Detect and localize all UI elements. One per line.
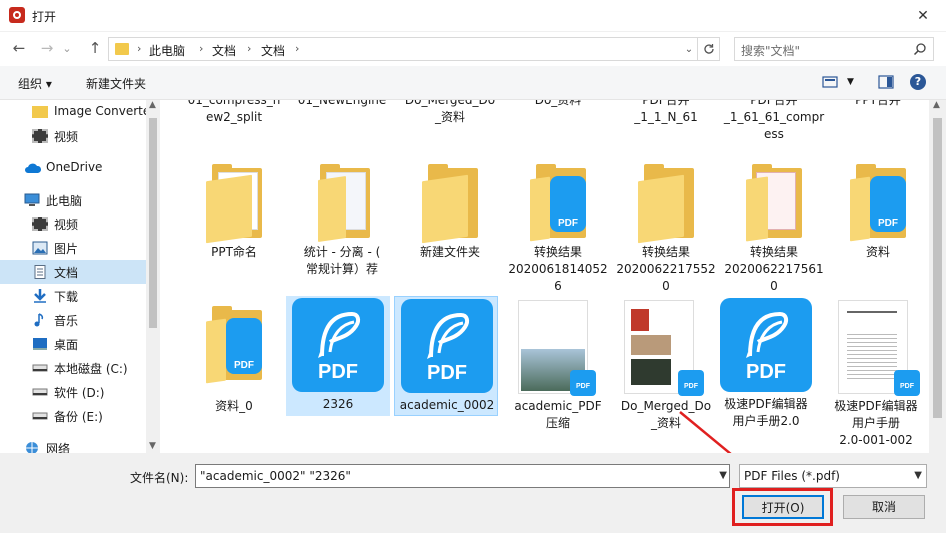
file-type-select[interactable]: PDF Files (*.pdf) ▼ bbox=[739, 464, 927, 488]
open-button-highlight bbox=[732, 488, 833, 526]
filename-value: "academic_0002" "2326" bbox=[200, 469, 351, 483]
file-type-value: PDF Files (*.pdf) bbox=[744, 469, 840, 483]
filename-input[interactable]: "academic_0002" "2326" ▼ bbox=[195, 464, 730, 488]
chevron-down-icon[interactable]: ▼ bbox=[719, 470, 727, 481]
cancel-button[interactable]: 取消 bbox=[843, 495, 925, 519]
chevron-down-icon: ▼ bbox=[914, 470, 922, 481]
filename-label: 文件名(N): bbox=[130, 471, 189, 485]
